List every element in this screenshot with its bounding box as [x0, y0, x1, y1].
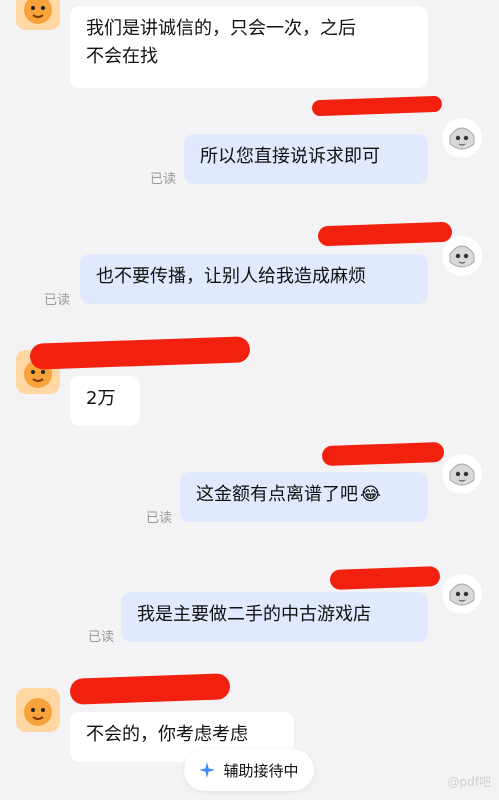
- message-text: 2万: [86, 388, 116, 409]
- orange-mascot-icon: [16, 0, 60, 30]
- message-text: 不会在找: [86, 46, 158, 67]
- merchant-avatar[interactable]: [16, 0, 60, 30]
- redaction-mark: [29, 336, 251, 370]
- watermark: @pdf吧: [447, 775, 491, 789]
- message-text: 所以您直接说诉求即可: [200, 146, 380, 167]
- gray-alien-icon: [443, 575, 481, 613]
- redaction-mark: [69, 673, 231, 705]
- gray-alien-icon: [443, 455, 481, 493]
- sparkle-icon: [199, 762, 216, 778]
- redaction-mark: [311, 95, 443, 117]
- orange-mascot-icon: [16, 688, 60, 732]
- read-status: 已读: [150, 172, 177, 187]
- message-bubble-outgoing: 这金额有点离谱了吧 😂: [180, 472, 428, 522]
- message-text: 不会的，你考虑考虑: [86, 724, 248, 745]
- assist-mode-button[interactable]: 辅助接待中: [184, 749, 314, 791]
- message-text: 也不要传播，让别人给我造成麻烦: [96, 266, 366, 287]
- assist-label: 辅助接待中: [223, 761, 299, 780]
- message-bubble-outgoing: 也不要传播，让别人给我造成麻烦: [80, 254, 428, 304]
- read-status: 已读: [88, 630, 115, 645]
- user-avatar[interactable]: [442, 574, 482, 614]
- message-text: 我是主要做二手的中古游戏店: [137, 604, 371, 625]
- message-bubble-incoming: 2万: [70, 376, 140, 426]
- laughing-emoji-icon: 😂: [360, 484, 382, 505]
- user-avatar[interactable]: [442, 236, 482, 276]
- user-avatar[interactable]: [442, 118, 482, 158]
- message-text: 这金额有点离谱了吧: [196, 484, 358, 505]
- message-bubble-outgoing: 我是主要做二手的中古游戏店: [121, 592, 428, 642]
- read-status: 已读: [146, 511, 173, 526]
- message-bubble-incoming: 我们是讲诚信的，只会一次，之后 不会在找: [70, 6, 428, 88]
- redaction-mark: [321, 441, 445, 467]
- redaction-mark: [317, 221, 453, 247]
- read-status: 已读: [44, 293, 71, 308]
- redaction-mark: [329, 566, 441, 590]
- user-avatar[interactable]: [442, 454, 482, 494]
- merchant-avatar[interactable]: [16, 688, 60, 732]
- message-text: 我们是讲诚信的，只会一次，之后: [86, 18, 356, 39]
- gray-alien-icon: [443, 237, 481, 275]
- message-bubble-outgoing: 所以您直接说诉求即可: [184, 134, 428, 184]
- gray-alien-icon: [443, 119, 481, 157]
